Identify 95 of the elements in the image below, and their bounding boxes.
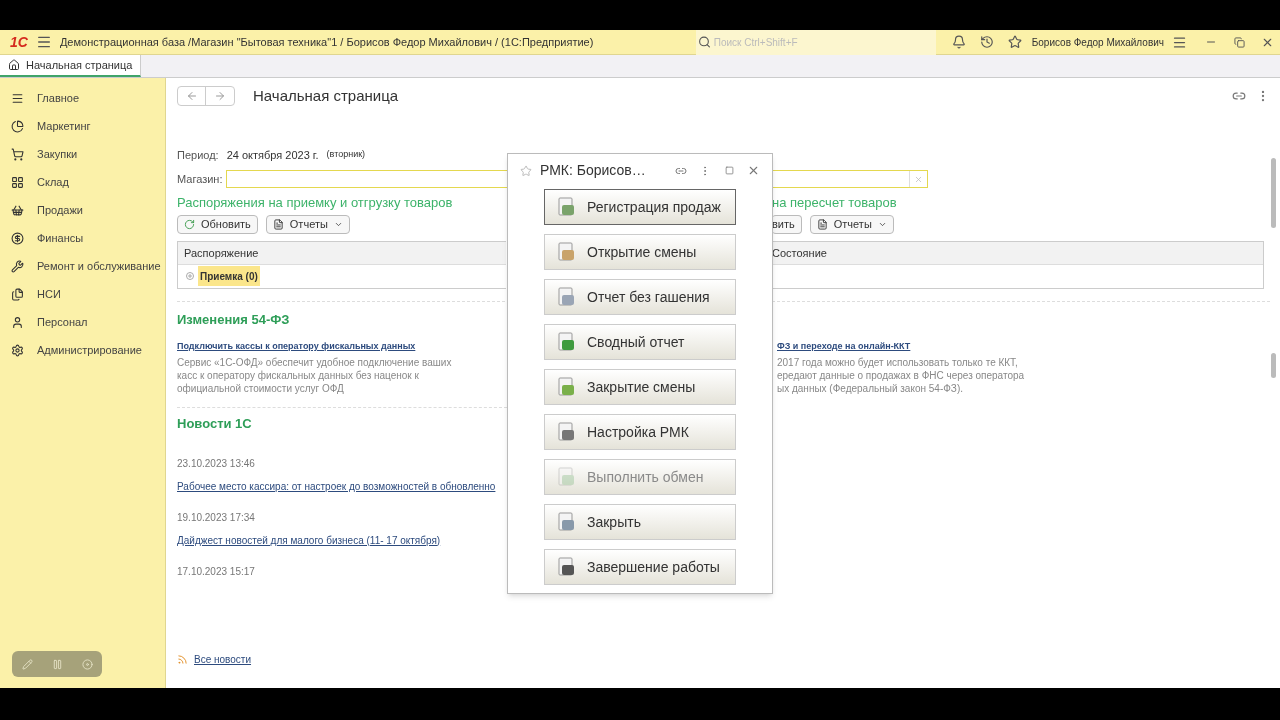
section-heading: Изменения 54-ФЗ bbox=[177, 311, 290, 329]
refresh-button[interactable]: Обновить bbox=[177, 215, 258, 234]
news-date: 23.10.2023 13:46 bbox=[177, 456, 256, 471]
period-value: 24 октября 2023 г. bbox=[226, 147, 319, 163]
report-icon bbox=[272, 219, 284, 230]
menu-button[interactable]: Настройка РМК bbox=[544, 414, 736, 450]
star-icon[interactable] bbox=[520, 164, 532, 177]
page-title: Начальная страница bbox=[253, 85, 399, 106]
section-heading: Новости 1С bbox=[177, 415, 252, 433]
sidebar-item[interactable]: Ремонт и обслуживание bbox=[0, 252, 165, 280]
document-icon bbox=[555, 241, 577, 263]
settings-menu-icon[interactable] bbox=[1172, 34, 1187, 50]
document-icon bbox=[555, 376, 577, 398]
store-label: Магазин: bbox=[177, 171, 223, 187]
menu-button[interactable]: Завершение работы bbox=[544, 549, 736, 585]
dropdown-caret-icon bbox=[877, 220, 887, 229]
search-field[interactable]: Поиск Ctrl+Shift+F bbox=[695, 29, 936, 55]
history-icon[interactable] bbox=[979, 35, 994, 49]
news-date: 19.10.2023 17:34 bbox=[177, 510, 256, 525]
column-header: Распоряжение bbox=[178, 242, 506, 265]
basket-icon bbox=[11, 203, 24, 217]
document-icon bbox=[555, 511, 577, 533]
document-icon bbox=[555, 196, 577, 218]
document-icon bbox=[555, 331, 577, 353]
star-icon[interactable] bbox=[1007, 35, 1022, 49]
section-heading: Распоряжения на приемку и отгрузку товаров bbox=[177, 194, 454, 211]
home-icon bbox=[8, 59, 20, 71]
document-icon bbox=[555, 286, 577, 308]
news-link[interactable]: Рабочее место кассира: от настроек до возможностей в обновленно bbox=[177, 478, 507, 494]
report-icon bbox=[816, 219, 828, 230]
reports-button[interactable]: Отчеты bbox=[265, 215, 350, 234]
sidebar-item[interactable]: Администрирование bbox=[0, 336, 165, 364]
back-arrow-icon bbox=[185, 90, 198, 102]
refresh-icon bbox=[184, 219, 195, 230]
menu-button[interactable]: Закрытие смены bbox=[544, 369, 736, 405]
wrench-icon bbox=[11, 259, 24, 273]
documents-icon bbox=[11, 287, 24, 301]
grid-icon bbox=[11, 175, 24, 189]
news-link[interactable]: ФЗ и переходе на онлайн-ККТ bbox=[777, 339, 1025, 353]
sidebar-item[interactable]: Персонал bbox=[0, 308, 165, 336]
bell-icon[interactable] bbox=[951, 35, 966, 49]
window-title: Демонстрационная база /Магазин "Бытовая техника"1 / Борисов Федор Михайлович / (1С:Предприятие) bbox=[59, 34, 594, 50]
news-date: 17.10.2023 15:17 bbox=[177, 564, 256, 579]
sidebar-item[interactable]: Склад bbox=[0, 168, 165, 196]
maximize-icon[interactable] bbox=[725, 166, 734, 175]
pie-chart-icon bbox=[11, 119, 24, 133]
news-link[interactable]: Дайджест новостей для малого бизнеса (11- 17 октября) bbox=[177, 532, 507, 548]
rss-icon bbox=[177, 653, 188, 665]
search-icon[interactable] bbox=[697, 35, 711, 49]
cart-icon bbox=[11, 147, 24, 161]
all-news-link[interactable]: Все новости bbox=[194, 651, 252, 667]
reports-button[interactable]: Отчеты bbox=[809, 215, 894, 234]
close-icon[interactable] bbox=[747, 164, 760, 177]
document-icon bbox=[555, 421, 577, 443]
app-logo: 1С bbox=[10, 32, 28, 52]
news-description: ередают данные о продажах в ФНС через оператора bbox=[777, 369, 1025, 382]
news-description: Сервис «1С-ОФД» обеспечит удобное подключение ваших касс к оператору фискальных данных без наценок к официальной стоимости услуг ОФД bbox=[177, 356, 453, 395]
sidebar-item[interactable]: Главное bbox=[0, 84, 165, 112]
menu-button[interactable]: Сводный отчет bbox=[544, 324, 736, 360]
menu-button[interactable]: Закрыть bbox=[544, 504, 736, 540]
refresh-button[interactable]: вить bbox=[772, 215, 802, 234]
news-link[interactable]: Подключить кассы к оператору фискальных данных bbox=[177, 339, 477, 353]
dropdown-caret-icon bbox=[333, 220, 343, 229]
scrollbar bbox=[1271, 353, 1276, 378]
search-input[interactable]: Поиск Ctrl+Shift+F bbox=[713, 34, 934, 50]
menu-button[interactable]: Регистрация продаж bbox=[544, 189, 736, 225]
tab[interactable]: Начальная страница bbox=[0, 55, 142, 77]
menu-icon[interactable] bbox=[35, 34, 52, 50]
section-heading: на пересчет товаров bbox=[772, 194, 898, 211]
dialog-title: РМК: Борисов… bbox=[540, 161, 646, 180]
sidebar-item[interactable]: Маркетинг bbox=[0, 112, 165, 140]
scrollbar bbox=[1271, 158, 1276, 228]
settings-icon bbox=[11, 343, 24, 357]
coin-icon bbox=[11, 231, 24, 245]
sidebar-item[interactable]: Продажи bbox=[0, 196, 165, 224]
expand-icon[interactable] bbox=[186, 272, 194, 280]
sidebar-item[interactable]: Закупки bbox=[0, 140, 165, 168]
weekday-text: (вторник) bbox=[326, 148, 366, 162]
sidebar-item[interactable]: Финансы bbox=[0, 224, 165, 252]
restore-icon[interactable] bbox=[1234, 36, 1245, 48]
link-icon[interactable] bbox=[1232, 89, 1246, 103]
news-description: ых данных (Федеральный закон 54-ФЗ). bbox=[777, 382, 964, 395]
user-name[interactable]: Борисов Федор Михайлович bbox=[1031, 34, 1164, 50]
person-icon bbox=[11, 315, 24, 329]
forward-arrow-icon bbox=[214, 90, 226, 102]
period-label: Период: bbox=[177, 147, 219, 163]
column-header: Состояние bbox=[772, 242, 1263, 265]
document-icon bbox=[555, 466, 577, 488]
list-icon bbox=[11, 91, 24, 105]
table-cell[interactable]: Приемка (0) bbox=[198, 266, 260, 286]
sidebar-item[interactable]: НСИ bbox=[0, 280, 165, 308]
document-icon bbox=[555, 556, 577, 578]
news-description: 2017 года можно будет использовать только те ККТ, bbox=[777, 356, 1019, 369]
menu-button[interactable]: Отчет без гашения bbox=[544, 279, 736, 315]
menu-button[interactable]: Открытие смены bbox=[544, 234, 736, 270]
